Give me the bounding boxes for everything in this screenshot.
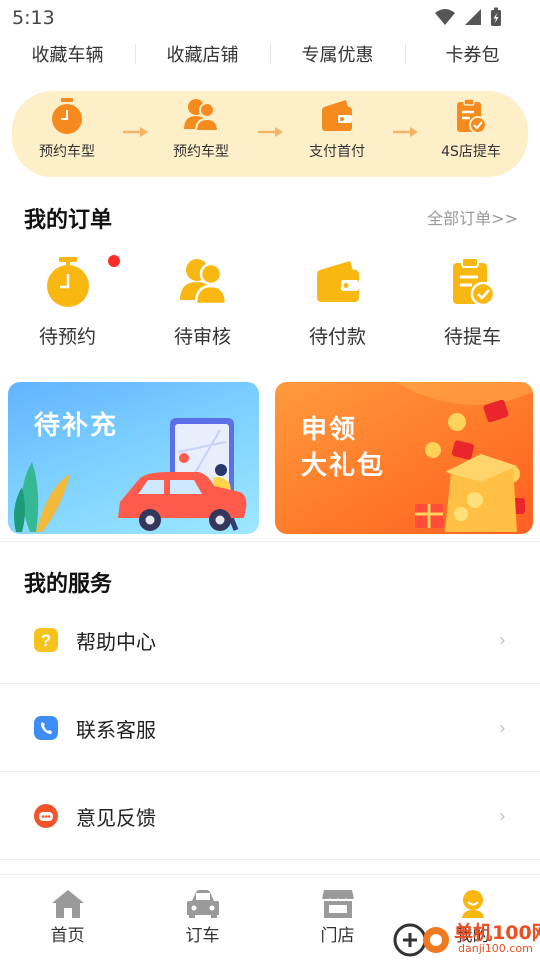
process-step-label: 支付首付 bbox=[309, 144, 365, 160]
order-pending-payment[interactable]: 待付款 bbox=[270, 252, 405, 352]
promo-card-supplement[interactable]: 待补充 bbox=[8, 382, 259, 534]
alarm-clock-icon bbox=[52, 98, 82, 134]
arrow-right-icon bbox=[123, 127, 148, 137]
watermark: 单机100网 danji100.com bbox=[392, 914, 540, 960]
row-divider bbox=[0, 859, 540, 860]
gift-illustration bbox=[395, 382, 533, 532]
order-pending-review[interactable]: 待审核 bbox=[135, 252, 270, 352]
help-center-item[interactable]: ? 帮助中心 › bbox=[0, 596, 540, 684]
contact-service-item[interactable]: 联系客服 › bbox=[0, 684, 540, 772]
purchase-process-banner: 预约车型 预约车型 支付首付 4S店提车 bbox=[12, 91, 528, 177]
order-label: 待提车 bbox=[443, 326, 501, 348]
clipboard-check-icon bbox=[452, 257, 495, 307]
feedback-item[interactable]: 意见反馈 › bbox=[0, 772, 540, 860]
favorites-bar: 收藏车辆 收藏店铺 专属优惠 卡券包 bbox=[0, 36, 540, 78]
coupons-link[interactable]: 卡券包 bbox=[405, 36, 540, 78]
promo-card-gift-pack[interactable]: 申领 大礼包 bbox=[275, 382, 533, 534]
arrow-right-icon bbox=[393, 127, 418, 137]
fav-stores-link[interactable]: 收藏店铺 bbox=[135, 36, 270, 78]
order-status-row: 待预约 待审核 待付款 待提车 bbox=[0, 252, 540, 352]
section-divider bbox=[0, 541, 540, 542]
tab-label: 首页 bbox=[50, 926, 85, 946]
arrow-right-icon bbox=[258, 127, 283, 137]
process-step-pickup: 4S店提车 bbox=[426, 97, 516, 161]
process-step-payment: 支付首付 bbox=[292, 97, 382, 161]
store-icon bbox=[320, 890, 355, 918]
tab-label: 门店 bbox=[320, 926, 355, 946]
all-orders-link[interactable]: 全部订单>> bbox=[427, 205, 518, 229]
battery-icon bbox=[491, 7, 501, 26]
service-label: 意见反馈 bbox=[76, 806, 156, 830]
service-label: 联系客服 bbox=[76, 718, 156, 742]
order-pending-reservation[interactable]: 待预约 bbox=[0, 252, 135, 352]
fav-vehicles-link[interactable]: 收藏车辆 bbox=[0, 36, 135, 78]
svg-text:?: ? bbox=[41, 631, 51, 650]
orders-title: 我的订单 bbox=[24, 208, 113, 233]
services-title: 我的服务 bbox=[24, 572, 113, 597]
clipboard-check-icon bbox=[457, 98, 487, 134]
users-icon bbox=[184, 99, 219, 132]
wifi-icon bbox=[435, 9, 455, 25]
status-icons bbox=[434, 7, 502, 27]
tab-home[interactable]: 首页 bbox=[0, 875, 135, 960]
users-icon bbox=[179, 259, 227, 306]
status-bar: 5:13 bbox=[0, 0, 540, 36]
car-icon bbox=[186, 890, 219, 918]
watermark-url: danji100.com bbox=[458, 942, 533, 955]
process-step-label: 4S店提车 bbox=[441, 144, 501, 160]
status-time: 5:13 bbox=[12, 7, 55, 29]
signal-icon bbox=[465, 9, 481, 25]
tab-label: 订车 bbox=[185, 926, 220, 946]
wallet-icon bbox=[322, 100, 352, 131]
exclusive-offers-link[interactable]: 专属优惠 bbox=[270, 36, 405, 78]
service-label: 帮助中心 bbox=[76, 630, 156, 654]
car-illustration bbox=[14, 418, 247, 532]
home-icon bbox=[51, 890, 84, 918]
feedback-icon bbox=[34, 804, 58, 828]
chevron-right-icon: › bbox=[498, 806, 506, 827]
process-step-label: 预约车型 bbox=[39, 144, 95, 160]
watermark-text: 单机100网 bbox=[454, 922, 540, 944]
chevron-right-icon: › bbox=[498, 630, 506, 651]
order-label: 待审核 bbox=[173, 326, 231, 348]
notification-dot bbox=[108, 255, 120, 267]
order-pending-pickup[interactable]: 待提车 bbox=[405, 252, 540, 352]
watermark-logo-icon bbox=[393, 923, 449, 957]
chevron-right-icon: › bbox=[498, 718, 506, 739]
app-screen: 5:13 收藏车辆 收藏店铺 专属优惠 卡券包 预约车型 预约车型 支付首付 4… bbox=[0, 0, 540, 960]
order-label: 待预约 bbox=[38, 326, 96, 348]
process-step-reserve: 预约车型 bbox=[22, 97, 112, 161]
tab-store[interactable]: 门店 bbox=[270, 875, 405, 960]
phone-icon bbox=[34, 716, 58, 740]
process-step-users: 预约车型 bbox=[156, 97, 246, 161]
order-label: 待付款 bbox=[308, 326, 366, 348]
wallet-icon bbox=[316, 261, 359, 302]
alarm-clock-icon bbox=[46, 257, 89, 307]
help-icon: ? bbox=[34, 628, 58, 652]
process-step-label: 预约车型 bbox=[173, 144, 229, 160]
tab-order-car[interactable]: 订车 bbox=[135, 875, 270, 960]
